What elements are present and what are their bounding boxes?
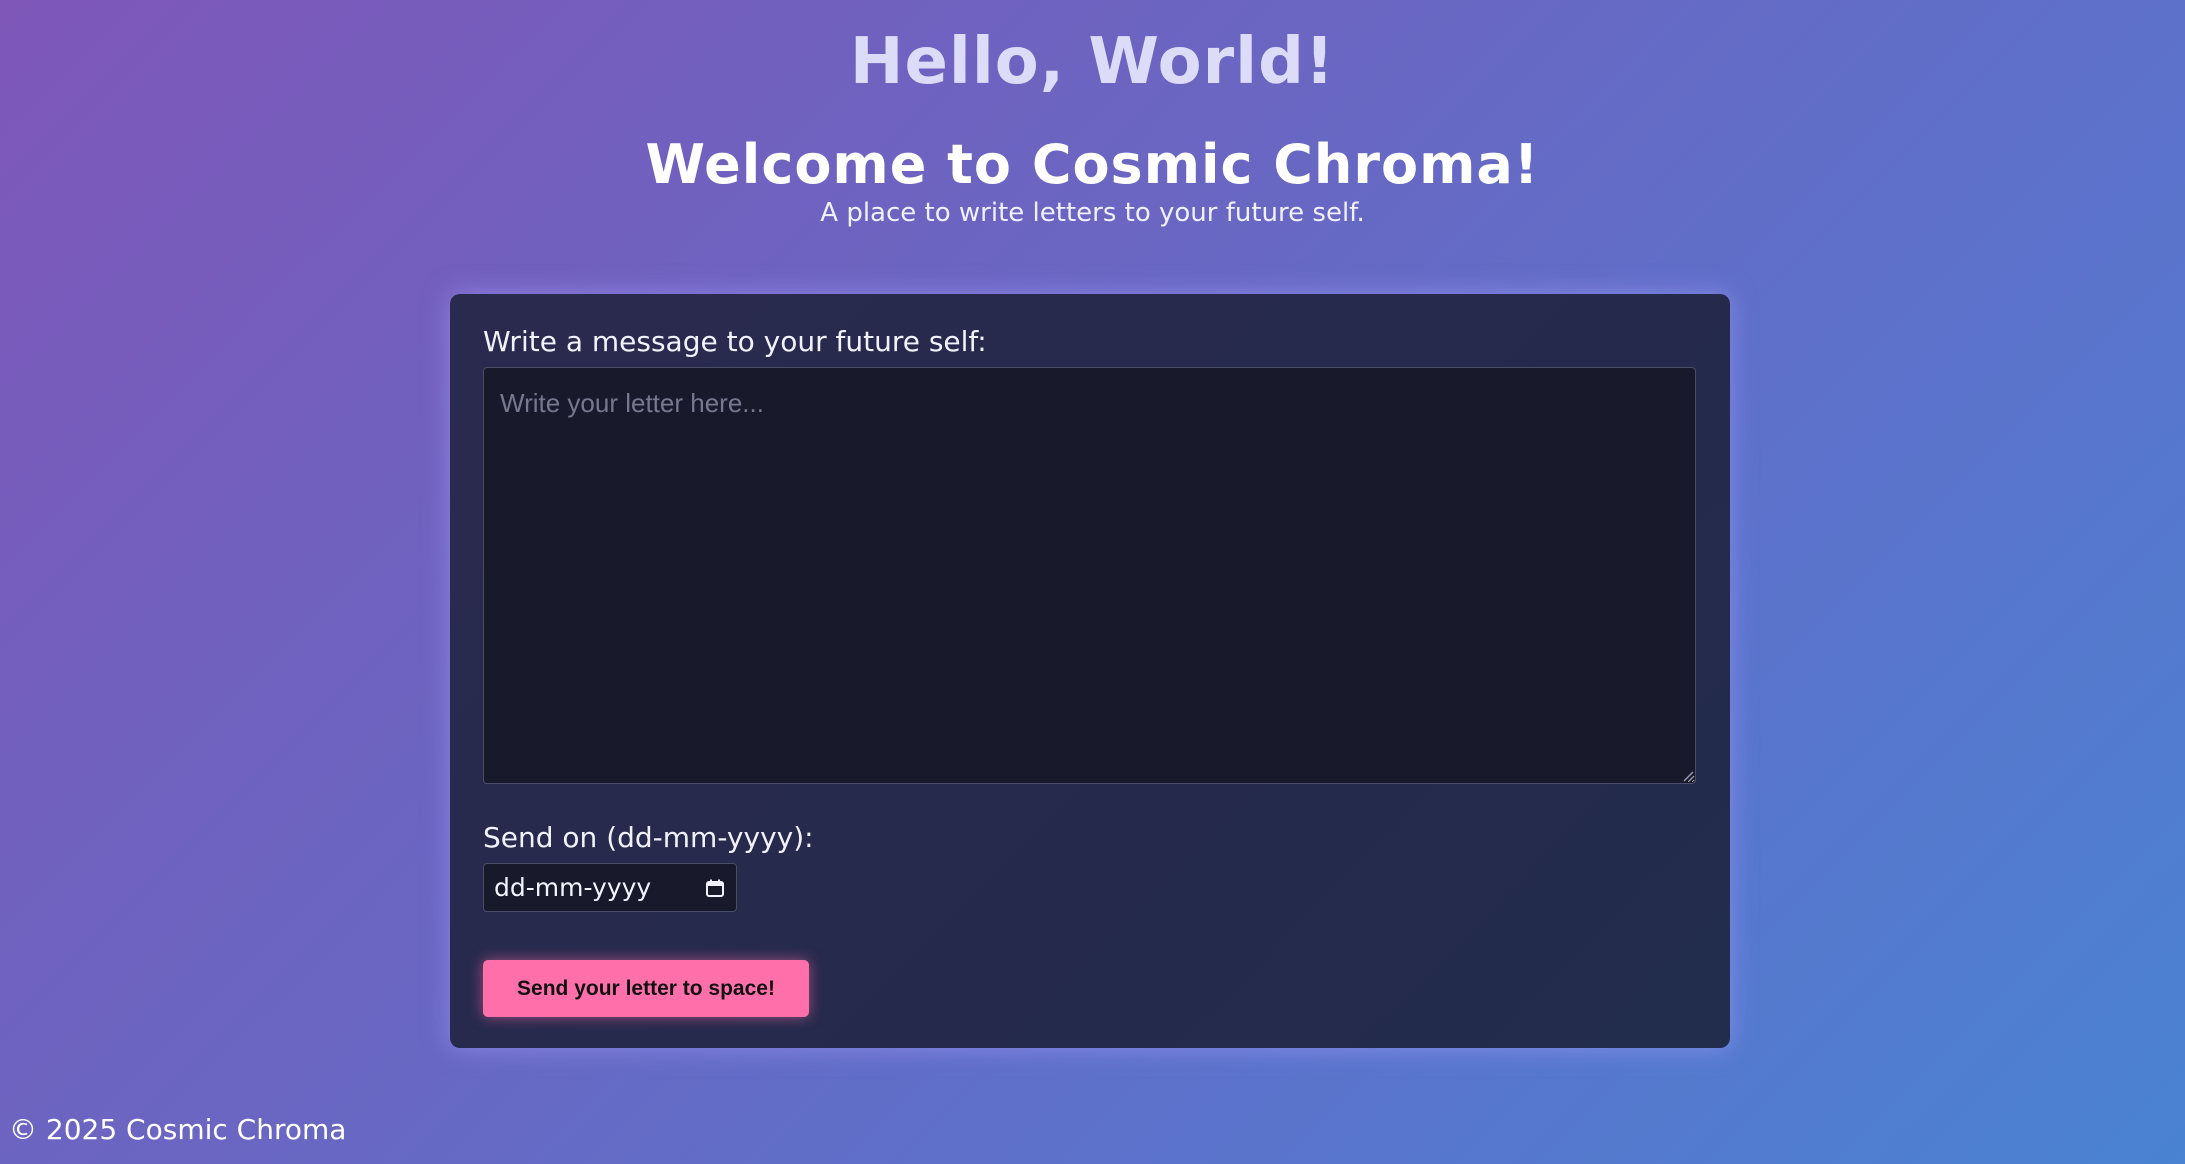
letter-textarea[interactable] xyxy=(483,367,1696,784)
date-label: Send on (dd-mm-yyyy): xyxy=(483,821,814,854)
message-label: Write a message to your future self: xyxy=(483,325,987,358)
calendar-icon[interactable] xyxy=(704,877,726,899)
send-date-input[interactable]: dd-mm-yyyy xyxy=(483,863,737,912)
letter-form-card: Write a message to your future self: Sen… xyxy=(450,294,1730,1048)
send-letter-button[interactable]: Send your letter to space! xyxy=(483,960,809,1017)
footer-copyright: © 2025 Cosmic Chroma xyxy=(9,1113,347,1146)
date-placeholder: dd-mm-yyyy xyxy=(494,873,652,902)
welcome-heading: Welcome to Cosmic Chroma! xyxy=(645,133,1540,196)
tagline: A place to write letters to your future … xyxy=(820,198,1365,228)
hello-heading: Hello, World! xyxy=(849,25,1336,99)
